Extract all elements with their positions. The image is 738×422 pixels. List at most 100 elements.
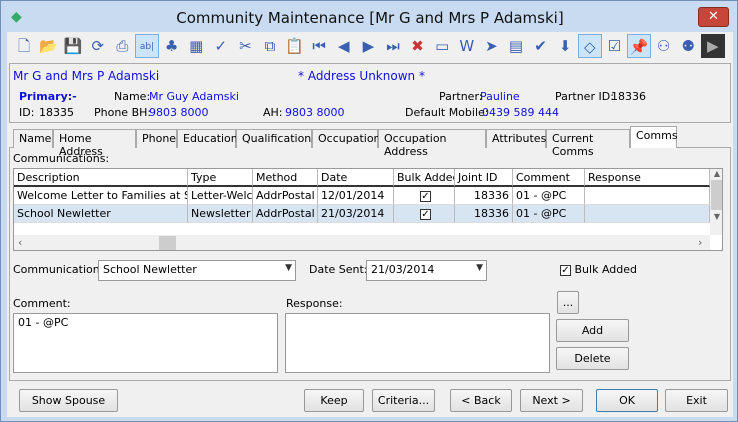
checklist-icon[interactable]: ☑ (602, 34, 626, 58)
horizontal-scrollbar[interactable]: ‹ › (14, 235, 710, 250)
cell-comment[interactable]: 01 - @PC (513, 205, 585, 223)
tab-occupation[interactable]: Occupation (312, 129, 381, 148)
delete-button[interactable]: Delete (556, 347, 629, 370)
cell-joint-id[interactable]: 18336 (455, 205, 513, 223)
cell-description[interactable]: Welcome Letter to Families at Start (14, 187, 188, 205)
name-value: Mr Guy Adamski (149, 90, 239, 103)
word-icon[interactable]: W (455, 34, 479, 58)
checkbox-icon[interactable]: ✓ (420, 191, 431, 202)
cell-type[interactable]: Letter-Welco (188, 187, 253, 205)
id-label: ID: (19, 106, 35, 119)
vertical-scrollbar[interactable]: ▲ ▼ (710, 169, 722, 235)
bulk-added-checkbox[interactable]: ✓ Bulk Added (560, 263, 637, 276)
cell-date[interactable]: 21/03/2014 (318, 205, 394, 223)
first-icon[interactable]: ⏮ (307, 34, 331, 58)
exit-flag-icon[interactable]: ▶ (700, 34, 725, 58)
comment-label: Comment: (13, 297, 71, 310)
calculator-icon[interactable]: ▦ (184, 34, 208, 58)
clipboard-icon[interactable]: ▤ (504, 34, 528, 58)
exit-button[interactable]: Exit (665, 389, 728, 412)
partner-id-value: 18336 (611, 90, 646, 103)
communication-select[interactable]: School Newletter ▼ (98, 260, 296, 281)
scroll-thumb[interactable] (159, 236, 176, 250)
back-button[interactable]: < Back (450, 389, 512, 412)
ah-value: 9803 8000 (285, 106, 345, 119)
cell-date[interactable]: 12/01/2014 (318, 187, 394, 205)
column-header[interactable]: Response (585, 169, 710, 187)
add-button[interactable]: Add (556, 319, 629, 342)
date-sent-picker[interactable]: 21/03/2014 ▼ (366, 260, 487, 281)
scroll-right-icon[interactable]: › (698, 236, 702, 249)
cell-description[interactable]: School Newletter (14, 205, 188, 223)
column-header[interactable]: Joint ID (455, 169, 513, 187)
tab-name[interactable]: Name (13, 129, 53, 148)
tab-comms[interactable]: Comms (630, 126, 678, 148)
paste-icon[interactable]: 📋 (283, 34, 307, 58)
tab-current-comms[interactable]: Current Comms (546, 129, 630, 158)
print-icon[interactable]: ⎙ (110, 34, 134, 58)
export-icon[interactable]: ➤ (479, 34, 503, 58)
comment-textarea[interactable]: 01 - @PC (13, 313, 278, 373)
column-header[interactable]: Method (253, 169, 318, 187)
tab-attributes[interactable]: Attributes (486, 129, 546, 148)
bulk-added-cell[interactable]: ✓ (394, 205, 455, 223)
tab-qualifications[interactable]: Qualifications (236, 129, 317, 148)
scroll-down-icon[interactable]: ▼ (710, 212, 722, 221)
ellipsis-button[interactable]: ... (557, 291, 579, 314)
previous-icon[interactable]: ◀ (332, 34, 356, 58)
tab-phone[interactable]: Phone (136, 129, 177, 148)
cell-response[interactable] (585, 205, 710, 223)
criteria-button[interactable]: Criteria... (372, 389, 435, 412)
cell-comment[interactable]: 01 - @PC (513, 187, 585, 205)
show-spouse-button[interactable]: Show Spouse (19, 389, 118, 412)
spellcheck-icon[interactable]: ✓ (209, 34, 233, 58)
next-icon[interactable]: ▶ (356, 34, 380, 58)
column-header[interactable]: Bulk Added (394, 169, 455, 187)
column-header[interactable]: Description (14, 169, 188, 187)
card-icon[interactable]: ▭ (430, 34, 454, 58)
approve-icon[interactable]: ✔ (529, 34, 553, 58)
scroll-up-icon[interactable]: ▲ (710, 169, 722, 178)
close-button[interactable]: ✕ (698, 7, 729, 27)
cell-type[interactable]: Newsletter (188, 205, 253, 223)
scroll-thumb[interactable] (711, 180, 722, 210)
pin-icon[interactable]: 📌 (627, 34, 651, 58)
phone-bh-value: 9803 8000 (149, 106, 209, 119)
cell-method[interactable]: AddrPostal (253, 187, 318, 205)
text-field-icon[interactable]: ab| (135, 34, 159, 58)
keep-button[interactable]: Keep (304, 389, 364, 412)
checkbox-icon[interactable]: ✓ (420, 209, 431, 220)
response-textarea[interactable] (285, 313, 550, 373)
save-icon[interactable]: 💾 (61, 34, 85, 58)
mobile-label: Default Mobile: (405, 106, 489, 119)
tree-icon[interactable]: ♣ (160, 34, 184, 58)
delete-icon[interactable]: ✖ (406, 34, 430, 58)
cell-response[interactable] (585, 187, 710, 205)
column-header[interactable]: Comment (513, 169, 585, 187)
copy-icon[interactable]: ⧉ (258, 34, 282, 58)
tag-icon[interactable]: ◇ (577, 34, 602, 58)
last-icon[interactable]: ⏭ (381, 34, 405, 58)
column-header[interactable]: Date (318, 169, 394, 187)
open-icon[interactable]: 📂 (37, 34, 61, 58)
cut-icon[interactable]: ✂ (233, 34, 257, 58)
cell-joint-id[interactable]: 18336 (455, 187, 513, 205)
people-link-icon[interactable]: ⚉ (676, 34, 700, 58)
communication-value: School Newletter (103, 263, 197, 276)
refresh-icon[interactable]: ⟳ (86, 34, 110, 58)
id-value: 18335 (39, 106, 74, 119)
bulk-added-cell[interactable]: ✓ (394, 187, 455, 205)
tab-occupation-address[interactable]: Occupation Address (378, 129, 486, 158)
scroll-left-icon[interactable]: ‹ (18, 236, 22, 249)
next-button[interactable]: Next > (520, 389, 583, 412)
people-sync-icon[interactable]: ⚇ (652, 34, 676, 58)
checkbox-icon: ✓ (560, 265, 571, 276)
new-icon[interactable]: 🗋 (12, 34, 36, 58)
communications-grid: Description Type Method Date Bulk Added Joint… (13, 168, 723, 251)
cell-method[interactable]: AddrPostal (253, 205, 318, 223)
column-header[interactable]: Type (188, 169, 253, 187)
ok-button[interactable]: OK (596, 389, 658, 412)
download-icon[interactable]: ⬇ (553, 34, 577, 58)
tab-education[interactable]: Education (177, 129, 238, 148)
tab-home-address[interactable]: Home Address (53, 129, 136, 158)
